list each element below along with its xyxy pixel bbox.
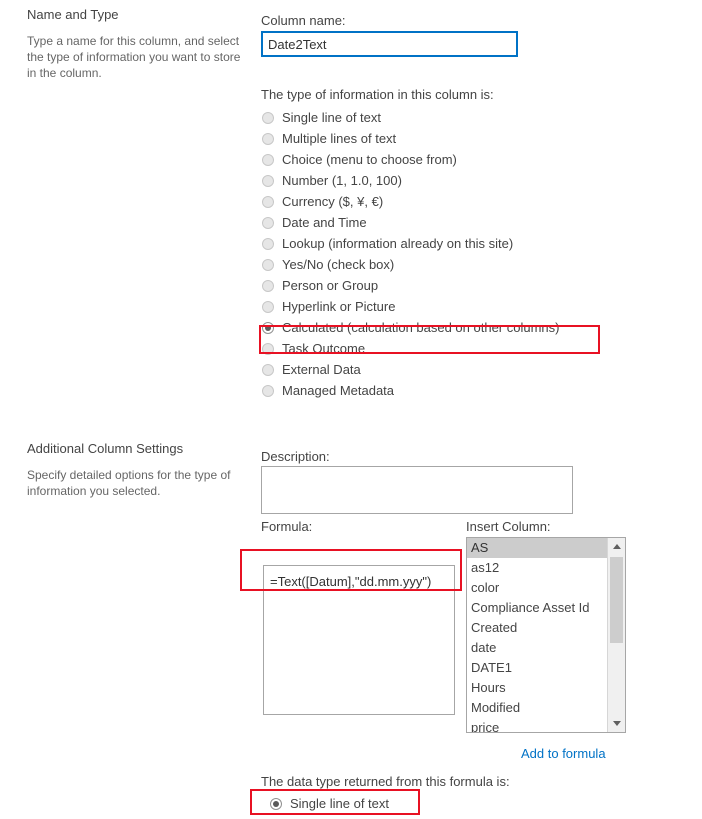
radio-option-label: Currency ($, ¥, €): [282, 194, 384, 209]
radio-option-label: External Data: [282, 362, 361, 377]
scroll-up-arrow-icon[interactable]: [608, 538, 625, 555]
list-item[interactable]: as12: [467, 558, 607, 578]
list-item[interactable]: price: [467, 718, 607, 732]
listbox-scrollbar[interactable]: [607, 538, 625, 732]
radio-icon[interactable]: [262, 132, 274, 145]
list-item[interactable]: AS: [467, 538, 607, 558]
radio-option-currency[interactable]: Currency ($, ¥, €): [262, 191, 560, 212]
radio-option-label: Task Outcome: [282, 341, 366, 356]
section-additional-settings-description: Specify detailed options for the type of…: [27, 468, 231, 498]
insert-column-list[interactable]: AS as12 color Compliance Asset Id Create…: [467, 538, 607, 732]
radio-option-label: Hyperlink or Picture: [282, 299, 396, 314]
return-type-radio-group[interactable]: Single line of text: [270, 793, 389, 814]
radio-option-person-or-group[interactable]: Person or Group: [262, 275, 560, 296]
radio-option-label: Managed Metadata: [282, 383, 395, 398]
description-label: Description:: [261, 449, 330, 464]
radio-icon-selected[interactable]: [262, 321, 274, 334]
radio-option-label: Lookup (information already on this site…: [282, 236, 514, 251]
radio-option-return-single-line-of-text[interactable]: Single line of text: [270, 793, 389, 814]
scroll-down-arrow-icon[interactable]: [608, 715, 625, 732]
radio-option-label: Single line of text: [282, 110, 382, 125]
scrollbar-thumb[interactable]: [610, 557, 623, 643]
radio-option-yes-no[interactable]: Yes/No (check box): [262, 254, 560, 275]
list-item[interactable]: date: [467, 638, 607, 658]
list-item[interactable]: color: [467, 578, 607, 598]
list-item[interactable]: Modified: [467, 698, 607, 718]
insert-column-listbox[interactable]: AS as12 color Compliance Asset Id Create…: [466, 537, 626, 733]
radio-icon[interactable]: [262, 216, 274, 229]
radio-option-hyperlink-or-picture[interactable]: Hyperlink or Picture: [262, 296, 560, 317]
radio-option-number[interactable]: Number (1, 1.0, 100): [262, 170, 560, 191]
formula-label: Formula:: [261, 519, 313, 534]
radio-option-label: Multiple lines of text: [282, 131, 397, 146]
description-textarea[interactable]: [261, 466, 573, 514]
radio-icon-selected[interactable]: [270, 797, 282, 810]
return-type-label: The data type returned from this formula…: [261, 774, 510, 789]
type-of-information-radio-group[interactable]: Single line of text Multiple lines of te…: [262, 107, 560, 401]
radio-option-label: Person or Group: [282, 278, 379, 293]
radio-option-date-and-time[interactable]: Date and Time: [262, 212, 560, 233]
insert-column-label: Insert Column:: [466, 519, 551, 534]
radio-option-task-outcome[interactable]: Task Outcome: [262, 338, 560, 359]
formula-textarea[interactable]: [263, 565, 455, 715]
radio-option-label: Single line of text: [290, 796, 390, 811]
radio-option-label: Date and Time: [282, 215, 367, 230]
radio-icon[interactable]: [262, 384, 274, 397]
radio-icon[interactable]: [262, 300, 274, 313]
section-name-and-type-description: Type a name for this column, and select …: [27, 34, 241, 80]
section-additional-settings-title: Additional Column Settings: [27, 441, 184, 456]
radio-option-label: Yes/No (check box): [282, 257, 395, 272]
type-of-information-label: The type of information in this column i…: [261, 87, 494, 102]
list-item[interactable]: DATE1: [467, 658, 607, 678]
radio-option-external-data[interactable]: External Data: [262, 359, 560, 380]
radio-option-label: Calculated (calculation based on other c…: [282, 320, 560, 335]
section-name-and-type-title: Name and Type: [27, 7, 119, 22]
radio-option-calculated[interactable]: Calculated (calculation based on other c…: [262, 317, 560, 338]
list-item[interactable]: Compliance Asset Id: [467, 598, 607, 618]
add-to-formula-link[interactable]: Add to formula: [521, 745, 606, 762]
radio-option-lookup[interactable]: Lookup (information already on this site…: [262, 233, 560, 254]
radio-option-single-line-of-text[interactable]: Single line of text: [262, 107, 560, 128]
radio-icon[interactable]: [262, 279, 274, 292]
radio-icon[interactable]: [262, 174, 274, 187]
column-name-input[interactable]: [261, 31, 518, 57]
radio-option-multiple-lines-of-text[interactable]: Multiple lines of text: [262, 128, 560, 149]
radio-icon[interactable]: [262, 258, 274, 271]
radio-icon[interactable]: [262, 363, 274, 376]
section-additional-column-settings: Additional Column Settings Specify detai…: [27, 440, 242, 499]
radio-icon[interactable]: [262, 153, 274, 166]
radio-icon[interactable]: [262, 237, 274, 250]
column-name-label: Column name:: [261, 13, 346, 28]
list-item[interactable]: Created: [467, 618, 607, 638]
list-item[interactable]: Hours: [467, 678, 607, 698]
radio-option-choice[interactable]: Choice (menu to choose from): [262, 149, 560, 170]
radio-option-managed-metadata[interactable]: Managed Metadata: [262, 380, 560, 401]
section-name-and-type: Name and Type Type a name for this colum…: [27, 6, 242, 81]
radio-icon[interactable]: [262, 195, 274, 208]
radio-icon[interactable]: [262, 342, 274, 355]
radio-icon[interactable]: [262, 111, 274, 124]
radio-option-label: Number (1, 1.0, 100): [282, 173, 402, 188]
radio-option-label: Choice (menu to choose from): [282, 152, 457, 167]
